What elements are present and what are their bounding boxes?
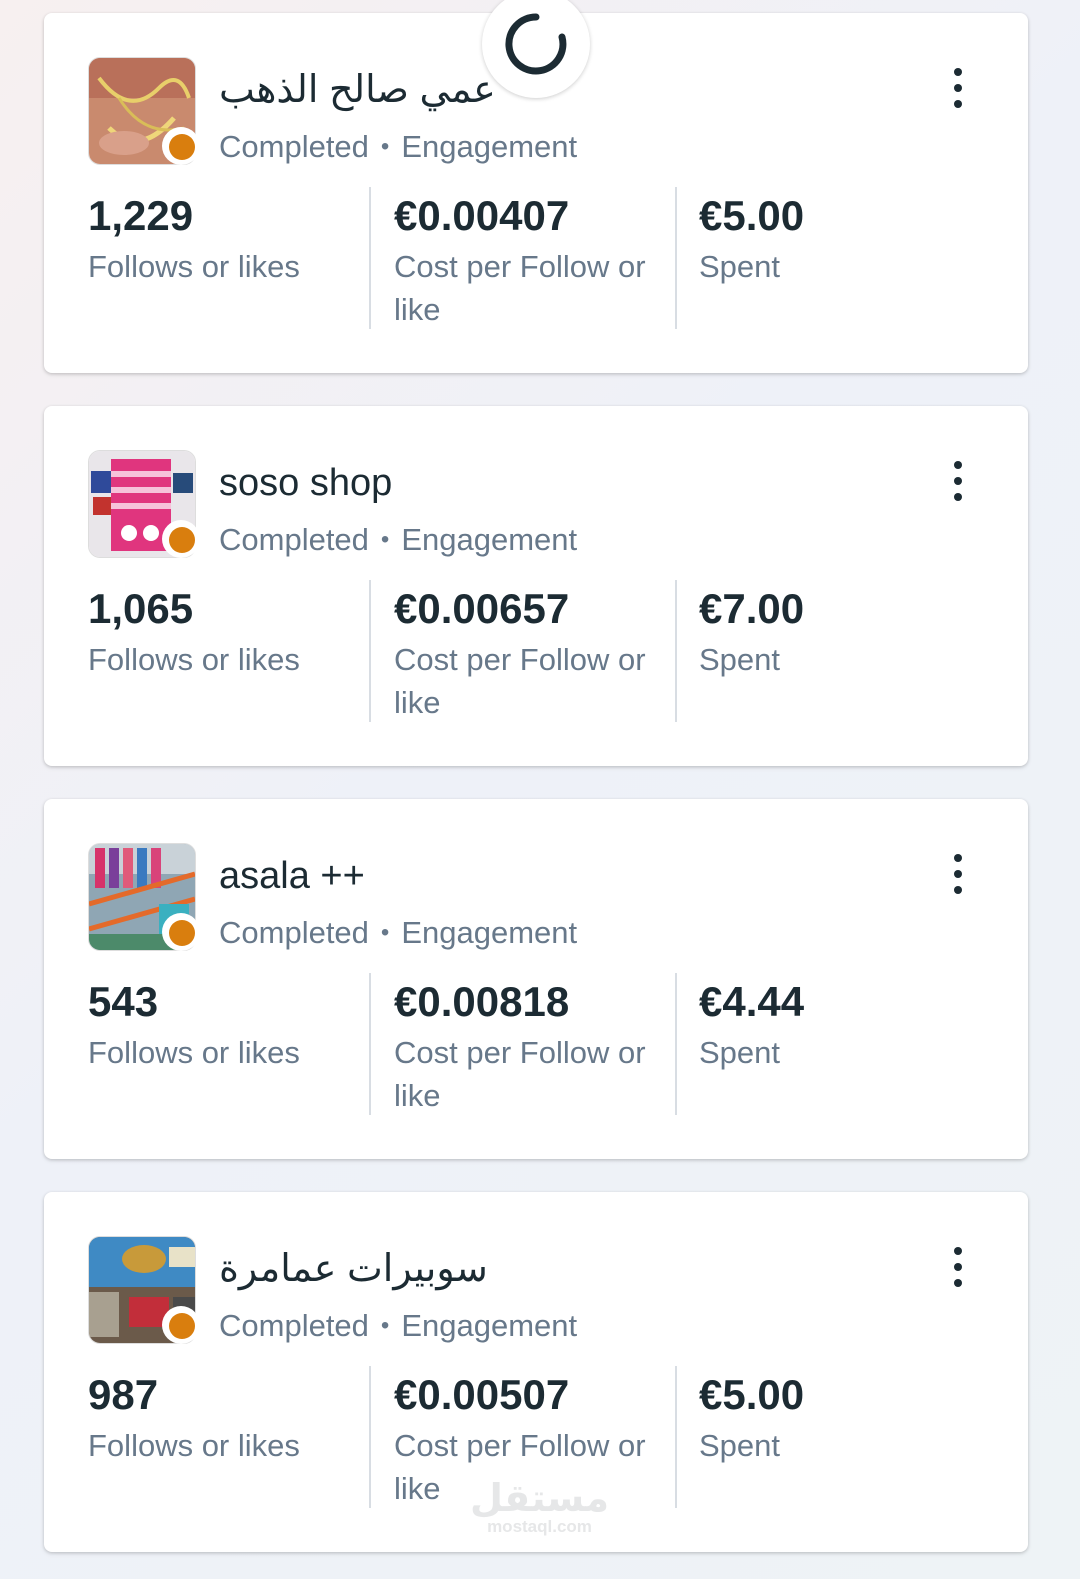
separator: • bbox=[380, 133, 390, 160]
campaign-title: عمي صالح الذهب bbox=[219, 69, 496, 111]
status-indicator bbox=[162, 127, 200, 165]
metric-label: Spent bbox=[699, 249, 781, 284]
metric-results: 987 Follows or likes bbox=[88, 1370, 348, 1467]
status-indicator bbox=[162, 913, 200, 951]
divider bbox=[369, 1366, 371, 1508]
status-text: Completed bbox=[219, 915, 369, 950]
metric-value: €0.00657 bbox=[394, 585, 570, 632]
objective-text: Engagement bbox=[401, 129, 578, 164]
divider bbox=[675, 580, 677, 722]
metric-cost-per-result: €0.00407 Cost per Follow or like bbox=[394, 191, 674, 331]
metric-label: Follows or likes bbox=[88, 1035, 300, 1070]
divider bbox=[369, 187, 371, 329]
metric-value: €5.00 bbox=[699, 1371, 805, 1418]
status-text: Completed bbox=[219, 1308, 369, 1343]
watermark-arabic: مستقل bbox=[470, 1476, 609, 1520]
campaign-subtitle: Completed • Engagement bbox=[219, 520, 577, 563]
campaign-card[interactable]: asala ++ Completed • Engagement 543 Follow… bbox=[44, 799, 1028, 1159]
metric-label: Cost per Follow or like bbox=[394, 249, 646, 327]
metric-value: €5.00 bbox=[699, 192, 805, 239]
campaign-title: soso shop bbox=[219, 462, 393, 504]
metric-label: Follows or likes bbox=[88, 1428, 300, 1463]
objective-text: Engagement bbox=[401, 915, 578, 950]
objective-text: Engagement bbox=[401, 522, 578, 557]
metric-label: Cost per Follow or like bbox=[394, 1035, 646, 1113]
separator: • bbox=[380, 919, 390, 946]
more-vertical-icon[interactable] bbox=[940, 851, 976, 897]
metric-value: 1,065 bbox=[88, 585, 194, 632]
campaign-card[interactable]: soso shop Completed • Engagement 1,065 Fol… bbox=[44, 406, 1028, 766]
metric-results: 1,229 Follows or likes bbox=[88, 191, 348, 288]
campaign-subtitle: Completed • Engagement bbox=[219, 1306, 577, 1349]
metric-cost-per-result: €0.00818 Cost per Follow or like bbox=[394, 977, 674, 1117]
metric-results: 543 Follows or likes bbox=[88, 977, 348, 1074]
metric-spent: €4.44 Spent bbox=[699, 977, 949, 1074]
divider bbox=[369, 580, 371, 722]
status-text: Completed bbox=[219, 522, 369, 557]
divider bbox=[675, 1366, 677, 1508]
metric-results: 1,065 Follows or likes bbox=[88, 584, 348, 681]
campaign-subtitle: Completed • Engagement bbox=[219, 913, 577, 956]
metric-spent: €5.00 Spent bbox=[699, 191, 949, 288]
campaign-subtitle: Completed • Engagement bbox=[219, 127, 577, 170]
campaign-title: asala ++ bbox=[219, 855, 365, 897]
watermark-latin: mostaql.com bbox=[487, 1517, 592, 1536]
metric-value: 987 bbox=[88, 1371, 159, 1418]
metric-label: Spent bbox=[699, 642, 781, 677]
status-indicator bbox=[162, 520, 200, 558]
separator: • bbox=[380, 1312, 390, 1339]
more-vertical-icon[interactable] bbox=[940, 1244, 976, 1290]
divider bbox=[675, 187, 677, 329]
watermark-logo: مستقل mostaql.com bbox=[470, 1478, 609, 1536]
campaign-title: سوبيرات عمامرة bbox=[219, 1248, 488, 1290]
metric-label: Follows or likes bbox=[88, 642, 300, 677]
divider bbox=[675, 973, 677, 1115]
metric-value: €4.44 bbox=[699, 978, 805, 1025]
metric-label: Spent bbox=[699, 1428, 781, 1463]
metric-spent: €7.00 Spent bbox=[699, 584, 949, 681]
objective-text: Engagement bbox=[401, 1308, 578, 1343]
metric-label: Cost per Follow or like bbox=[394, 642, 646, 720]
more-vertical-icon[interactable] bbox=[940, 458, 976, 504]
status-text: Completed bbox=[219, 129, 369, 164]
loading-spinner-icon bbox=[482, 0, 590, 98]
metric-value: €0.00407 bbox=[394, 192, 570, 239]
metric-value: €0.00507 bbox=[394, 1371, 570, 1418]
metric-value: €0.00818 bbox=[394, 978, 570, 1025]
metric-value: €7.00 bbox=[699, 585, 805, 632]
metric-label: Spent bbox=[699, 1035, 781, 1070]
more-vertical-icon[interactable] bbox=[940, 65, 976, 111]
metric-value: 1,229 bbox=[88, 192, 194, 239]
metric-cost-per-result: €0.00657 Cost per Follow or like bbox=[394, 584, 674, 724]
metric-spent: €5.00 Spent bbox=[699, 1370, 949, 1467]
divider bbox=[369, 973, 371, 1115]
separator: • bbox=[380, 526, 390, 553]
metric-label: Follows or likes bbox=[88, 249, 300, 284]
status-indicator bbox=[162, 1306, 200, 1344]
metric-value: 543 bbox=[88, 978, 159, 1025]
